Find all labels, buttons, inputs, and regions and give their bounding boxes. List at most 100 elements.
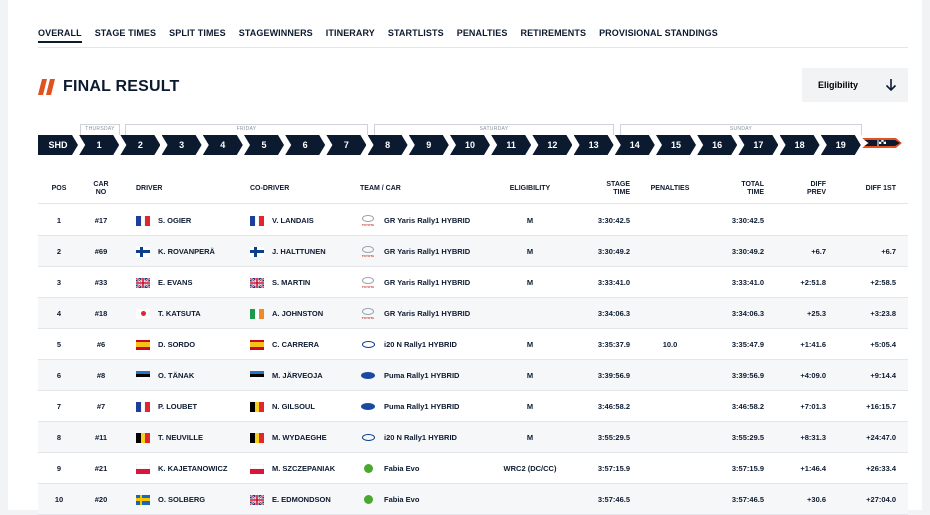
cell-diff-prev: +8:31.3 — [764, 422, 826, 453]
tab-overall[interactable]: OVERALL — [38, 28, 82, 43]
stage-15[interactable]: 15 — [656, 135, 696, 155]
codriver-text[interactable]: M. SZCZEPANIAK — [272, 464, 335, 473]
table-row[interactable]: 2 #69 K. ROVANPERÄ J. HALTTUNEN TOYOTA GR Yar… — [38, 236, 908, 267]
stage-3[interactable]: 3 — [162, 135, 202, 155]
codriver-text[interactable]: M. JÄRVEOJA — [272, 371, 323, 380]
driver-text[interactable]: K. KAJETANOWICZ — [158, 464, 227, 473]
driver-text[interactable]: S. OGIER — [158, 216, 191, 225]
sort-arrow-button[interactable] — [874, 68, 908, 102]
skoda-logo-icon — [360, 464, 376, 473]
driver-text[interactable]: E. EVANS — [158, 278, 192, 287]
stage-shd[interactable]: SHD — [38, 135, 78, 155]
team-text: i20 N Rally1 HYBRID — [384, 340, 457, 349]
total-time-text: 3:30:49.2 — [731, 247, 764, 256]
cell-codriver: V. LANDAIS — [250, 205, 358, 236]
codriver-text[interactable]: S. MARTIN — [272, 278, 310, 287]
tabs-divider — [38, 47, 908, 48]
driver-text[interactable]: O. TÄNAK — [158, 371, 194, 380]
stage-1[interactable]: 1 — [79, 135, 119, 155]
tab-provisional-standings[interactable]: PROVISIONAL STANDINGS — [599, 28, 718, 43]
cell-total-time: 3:35:47.9 — [708, 329, 764, 360]
codriver-text[interactable]: M. WYDAEGHE — [272, 433, 327, 442]
tab-stagewinners[interactable]: STAGEWINNERS — [239, 28, 313, 43]
stage-4[interactable]: 4 — [203, 135, 243, 155]
estonia-flag-icon — [136, 370, 150, 381]
day-label-thursday: THURSDAY — [80, 124, 120, 135]
toyota-logo-icon: TOYOTA — [360, 245, 376, 258]
car-text: #20 — [94, 495, 108, 504]
stage-10[interactable]: 10 — [450, 135, 490, 155]
tab-itinerary[interactable]: ITINERARY — [326, 28, 375, 43]
table-row[interactable]: 9 #21 K. KAJETANOWICZ M. SZCZEPANIAK Fabia E… — [38, 453, 908, 484]
stage-13[interactable]: 13 — [574, 135, 614, 155]
cell-diff-prev: +30.6 — [764, 484, 826, 515]
codriver-text[interactable]: E. EDMONDSON — [272, 495, 331, 504]
stage-17[interactable]: 17 — [738, 135, 778, 155]
codriver-text[interactable]: V. LANDAIS — [272, 216, 314, 225]
driver-text[interactable]: K. ROVANPERÄ — [158, 247, 215, 256]
team-text: GR Yaris Rally1 HYBRID — [384, 309, 471, 318]
table-row[interactable]: 4 #18 T. KATSUTA A. JOHNSTON TOYOTA GR Yaris … — [38, 298, 908, 329]
stage-9[interactable]: 9 — [409, 135, 449, 155]
stage-16[interactable]: 16 — [697, 135, 737, 155]
tab-startlists[interactable]: STARTLISTS — [388, 28, 444, 43]
driver-text[interactable]: O. SOLBERG — [158, 495, 205, 504]
stage-11[interactable]: 11 — [491, 135, 531, 155]
sweden-flag-icon — [136, 494, 150, 505]
stage-5[interactable]: 5 — [244, 135, 284, 155]
day-label-saturday: SATURDAY — [374, 124, 614, 135]
driver-text[interactable]: P. LOUBET — [158, 402, 197, 411]
table-row[interactable]: 1 #17 S. OGIER V. LANDAIS TOYOTA GR Yaris Ral… — [38, 205, 908, 236]
poland-flag-icon — [250, 463, 264, 474]
cell-pos: 8 — [38, 422, 80, 453]
spain-flag-icon — [136, 339, 150, 350]
uk-flag-icon — [136, 277, 150, 288]
table-row[interactable]: 6 #8 O. TÄNAK M. JÄRVEOJA Puma Rally1 HYBRID… — [38, 360, 908, 391]
stage-final-flag[interactable] — [862, 138, 902, 148]
table-row[interactable]: 7 #7 P. LOUBET N. GILSOUL Puma Rally1 HYBRID… — [38, 391, 908, 422]
cell-car: #8 — [80, 360, 122, 391]
cell-driver: O. TÄNAK — [136, 360, 248, 391]
stage-2[interactable]: 2 — [120, 135, 160, 155]
cell-stage-time: 3:55:29.5 — [570, 422, 630, 453]
car-text: #33 — [94, 278, 108, 287]
tab-penalties[interactable]: PENALTIES — [457, 28, 508, 43]
cell-car: #20 — [80, 484, 122, 515]
driver-text[interactable]: T. NEUVILLE — [158, 433, 203, 442]
table-row[interactable]: 5 #6 D. SORDO C. CARRERA i20 N Rally1 HYBRID… — [38, 329, 908, 360]
table-row[interactable]: 8 #11 T. NEUVILLE M. WYDAEGHE i20 N Rally1 H… — [38, 422, 908, 453]
stage-19[interactable]: 19 — [821, 135, 861, 155]
codriver-text[interactable]: J. HALTTUNEN — [272, 247, 326, 256]
stage-14[interactable]: 14 — [615, 135, 655, 155]
codriver-text[interactable]: C. CARRERA — [272, 340, 319, 349]
driver-text[interactable]: D. SORDO — [158, 340, 195, 349]
stage-6[interactable]: 6 — [285, 135, 325, 155]
cell-pos: 4 — [38, 298, 80, 329]
stage-12[interactable]: 12 — [532, 135, 572, 155]
diff-prev-text: +2:51.8 — [800, 278, 826, 287]
stage-7[interactable]: 7 — [326, 135, 366, 155]
stage-8[interactable]: 8 — [368, 135, 408, 155]
header-car-no-line: CAR — [93, 181, 109, 188]
table-row[interactable]: 3 #33 E. EVANS S. MARTIN TOYOTA GR Yaris Rall… — [38, 267, 908, 298]
cell-diff-prev: +6.7 — [764, 236, 826, 267]
codriver-text[interactable]: A. JOHNSTON — [272, 309, 323, 318]
driver-text[interactable]: T. KATSUTA — [158, 309, 201, 318]
cell-diff-1st: +9:14.4 — [826, 360, 896, 391]
diff-1st-text: +26:33.4 — [866, 464, 896, 473]
pos-text: 5 — [56, 340, 62, 349]
tab-retirements[interactable]: RETIREMENTS — [520, 28, 586, 43]
eligibility-filter-button[interactable]: Eligibility — [802, 68, 874, 102]
team-text: GR Yaris Rally1 HYBRID — [384, 216, 471, 225]
header-pos-line: POS — [51, 185, 67, 192]
tab-split-times[interactable]: SPLIT TIMES — [169, 28, 226, 43]
codriver-text[interactable]: N. GILSOUL — [272, 402, 315, 411]
table-row[interactable]: 10 #20 O. SOLBERG E. EDMONDSON Fabia Evo 3:57… — [38, 484, 908, 515]
tab-stage-times[interactable]: STAGE TIMES — [95, 28, 156, 43]
cell-penalties — [632, 422, 708, 453]
france-flag-icon — [136, 401, 150, 412]
stage-time-text: 3:55:29.5 — [597, 433, 630, 442]
stage-18[interactable]: 18 — [780, 135, 820, 155]
cell-eligibility: M — [490, 205, 570, 236]
cell-diff-prev — [764, 205, 826, 236]
